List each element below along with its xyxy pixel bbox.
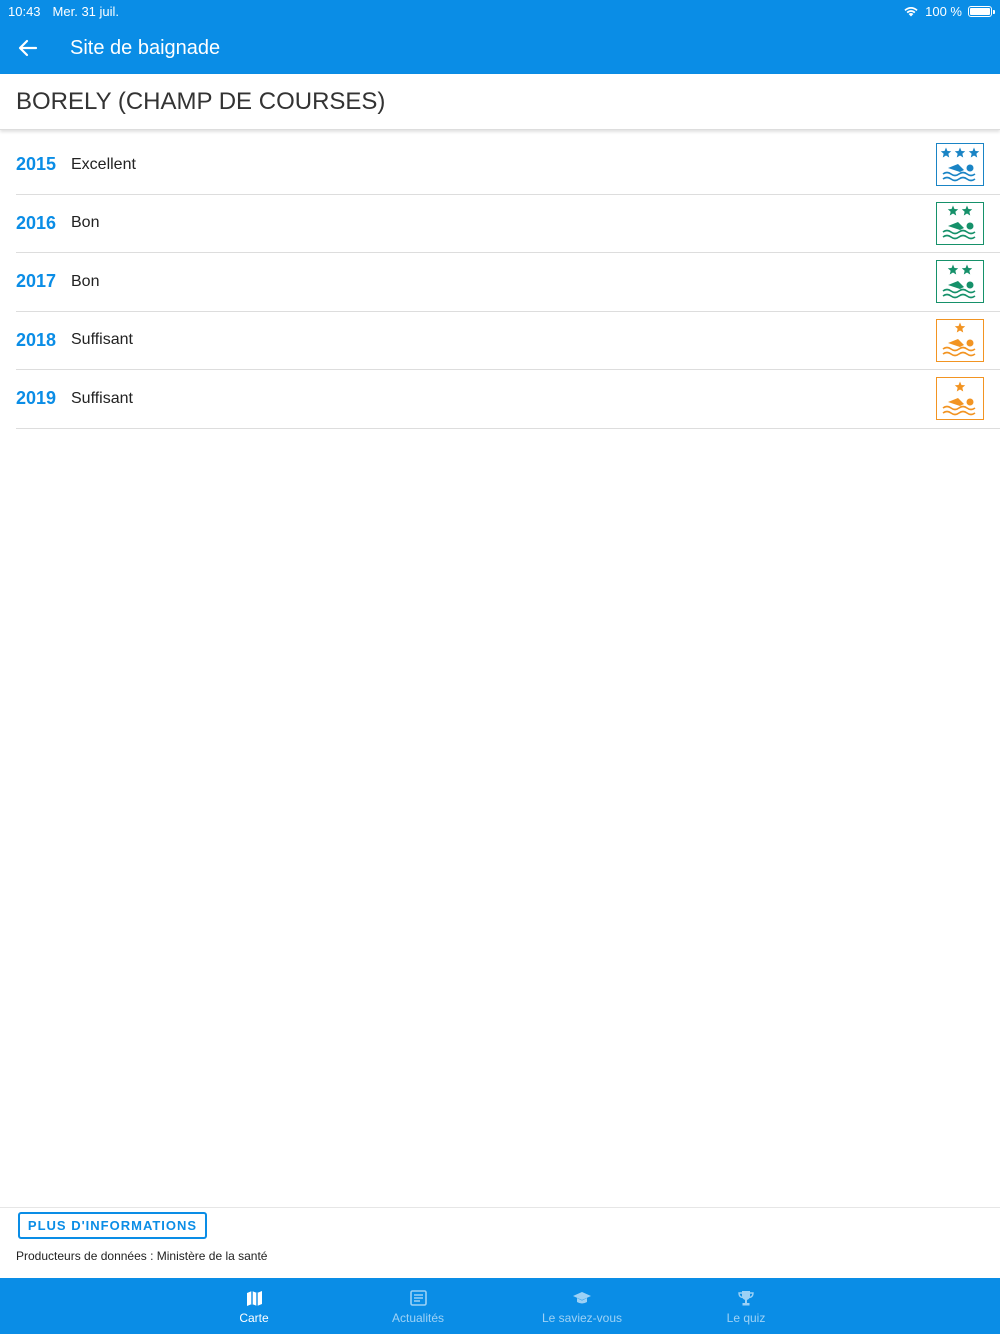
- site-name: BORELY (CHAMP DE COURSES): [0, 74, 1000, 130]
- tab-newspaper[interactable]: Actualités: [336, 1278, 500, 1334]
- row-year: 2016: [16, 212, 57, 233]
- footer-divider: [0, 1207, 1000, 1208]
- row-quality-label: Bon: [71, 272, 100, 290]
- tab-label: Actualités: [391, 1310, 445, 1325]
- tab-trophy[interactable]: Le quiz: [664, 1278, 828, 1334]
- newspaper-icon: [410, 1289, 427, 1306]
- quality-row: 2019 Suffisant: [16, 370, 1000, 429]
- tab-label: Carte: [239, 1310, 269, 1325]
- swimmer-quality-icon: [942, 381, 976, 416]
- graduation-cap-icon: [573, 1291, 591, 1303]
- tab-label: Le quiz: [726, 1310, 766, 1325]
- arrow-left-icon: [18, 39, 38, 57]
- quality-badge: [936, 201, 984, 245]
- more-info-button[interactable]: PLUS D'INFORMATIONS: [18, 1212, 207, 1239]
- swimmer-quality-icon: [942, 205, 976, 240]
- star-icon: [947, 264, 959, 275]
- star-icon: [954, 322, 966, 333]
- row-year: 2015: [16, 154, 57, 175]
- row-year: 2018: [16, 329, 57, 350]
- back-button[interactable]: [0, 22, 56, 74]
- quality-row: 2018 Suffisant: [16, 312, 1000, 370]
- tab-label: Le saviez-vous: [541, 1310, 623, 1325]
- row-year: 2017: [16, 271, 57, 292]
- star-icon: [954, 147, 966, 158]
- swimmer-quality-icon: [940, 147, 980, 182]
- quality-badge: [936, 377, 984, 421]
- row-year: 2019: [16, 388, 57, 409]
- status-bar: 10:43 Mer. 31 juil. 100 %: [0, 0, 1000, 22]
- row-quality-label: Suffisant: [71, 331, 133, 349]
- star-icon: [954, 381, 966, 392]
- row-quality-label: Bon: [71, 214, 100, 232]
- star-icon: [968, 147, 980, 158]
- status-right: 100 %: [903, 3, 995, 19]
- map-icon: [247, 1290, 262, 1306]
- quality-badge: [936, 318, 984, 362]
- tab-map[interactable]: Carte: [172, 1278, 336, 1334]
- status-time: 10:43: [8, 3, 41, 19]
- swimmer-quality-icon: [942, 264, 976, 299]
- star-icon: [961, 264, 973, 275]
- quality-list: 2015 Excellent 2016 Bon 2017 Bon 2018 Suffisant…: [16, 136, 1000, 429]
- wifi-icon: [904, 7, 918, 17]
- bottom-tab-bar: Carte Actualités Le saviez-vous Le quiz: [0, 1278, 1000, 1334]
- row-quality-label: Excellent: [71, 155, 136, 173]
- trophy-icon: [738, 1290, 754, 1305]
- status-date: Mer. 31 juil.: [52, 3, 120, 19]
- battery-percent: 100 %: [925, 3, 962, 19]
- star-icon: [947, 205, 959, 216]
- app-bar: Site de baignade: [0, 22, 1000, 74]
- star-icon: [940, 147, 952, 158]
- quality-badge: [936, 143, 984, 187]
- row-quality-label: Suffisant: [71, 389, 133, 407]
- quality-row: 2015 Excellent: [16, 136, 1000, 195]
- quality-badge: [936, 260, 984, 304]
- battery-icon: [968, 5, 995, 17]
- swimmer-quality-icon: [942, 322, 976, 357]
- quality-row: 2017 Bon: [16, 253, 1000, 312]
- data-producers-text: Producteurs de données : Ministère de la…: [16, 1249, 268, 1263]
- tab-graduation-cap[interactable]: Le saviez-vous: [500, 1278, 664, 1334]
- page-title: Site de baignade: [70, 36, 221, 59]
- star-icon: [961, 205, 973, 216]
- quality-row: 2016 Bon: [16, 195, 1000, 253]
